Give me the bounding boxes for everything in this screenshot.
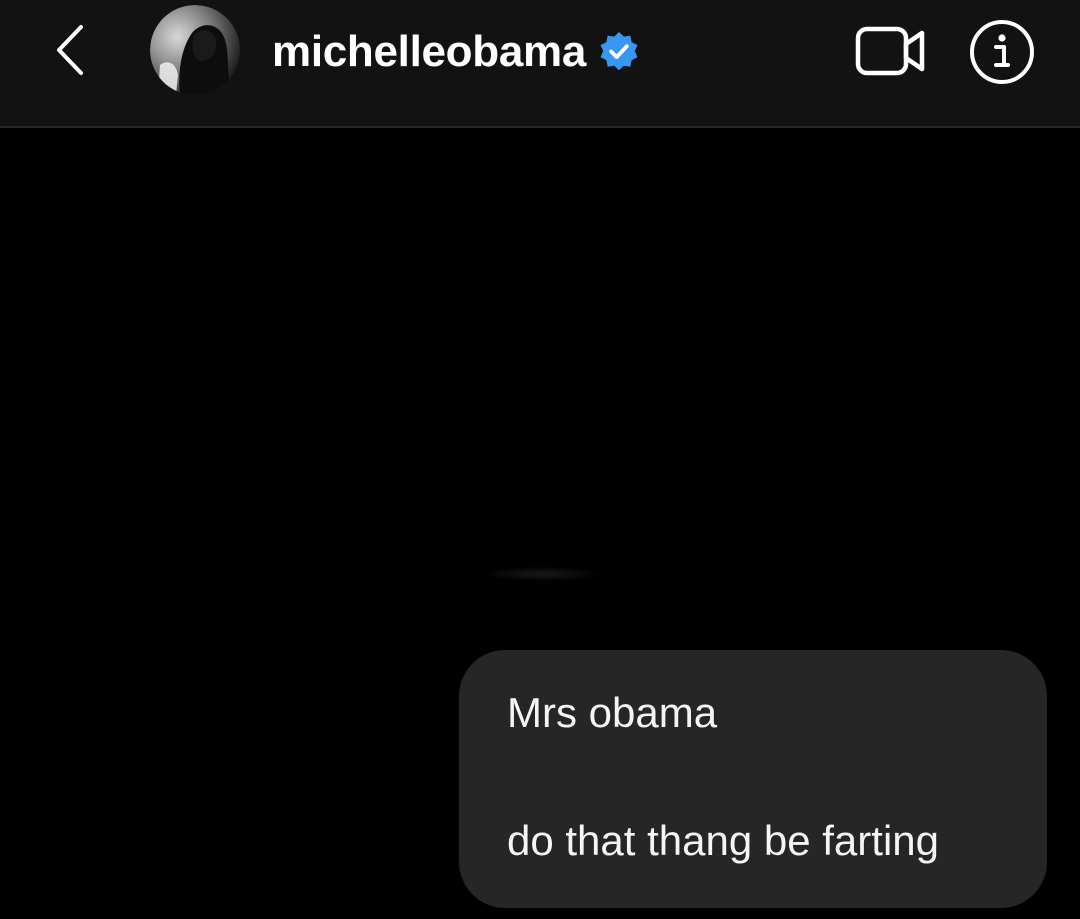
video-camera-icon: [855, 26, 925, 76]
message-bubble[interactable]: Mrs obama do that thang be farting: [459, 650, 1047, 908]
info-icon: [970, 20, 1034, 84]
avatar[interactable]: [150, 5, 240, 95]
info-button[interactable]: [966, 20, 1038, 84]
username-link[interactable]: michelleobama: [272, 22, 640, 82]
back-button[interactable]: [44, 22, 96, 78]
message-line: Mrs obama: [507, 689, 718, 736]
message-line: do that thang be farting: [507, 817, 939, 864]
chevron-left-icon: [57, 25, 83, 75]
blurred-content: [482, 566, 602, 582]
video-call-button[interactable]: [852, 22, 930, 80]
username: michelleobama: [272, 27, 587, 76]
chat-header: michelleobama: [0, 0, 1080, 128]
verified-badge-icon: [600, 32, 638, 71]
